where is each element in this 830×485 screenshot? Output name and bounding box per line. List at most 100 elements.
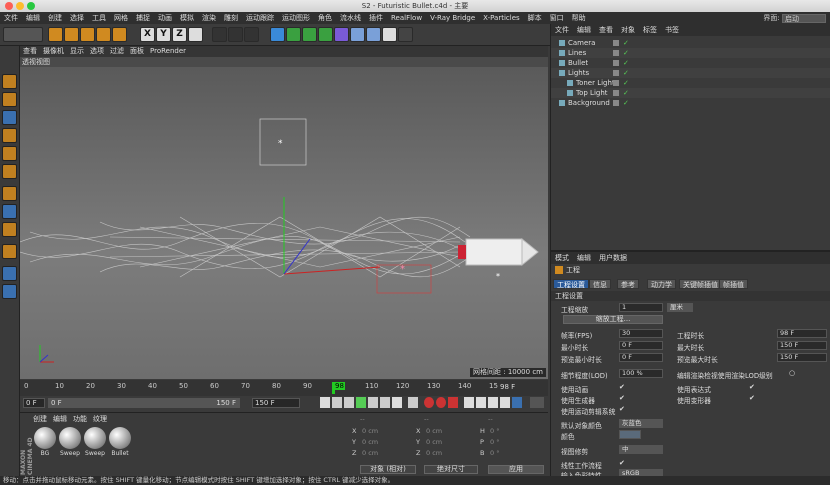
viewport-menu-item[interactable]: 面板 [130,47,144,55]
axis-z-button[interactable]: Z [172,27,187,42]
viewport-menu-item[interactable]: 过滤 [110,47,124,55]
light-bulb-icon[interactable] [398,27,413,42]
menu-item[interactable]: 创建 [48,14,62,22]
object-menu-item[interactable]: 书签 [665,26,679,34]
object-row[interactable]: Camera ✓ [551,38,830,48]
enabled-check-icon[interactable]: ✓ [623,38,629,48]
viewport-menu-item[interactable]: 显示 [70,47,84,55]
timeline-menu-icon[interactable] [530,397,544,408]
menu-item[interactable]: 雕刻 [224,14,238,22]
use-motion-system-checkbox[interactable]: ✔ [619,405,625,413]
rotate-icon[interactable] [96,27,111,42]
max-time-field[interactable]: 150 F [777,341,827,350]
menu-item[interactable]: 运动跟踪 [246,14,274,22]
play-icon[interactable] [356,397,366,408]
menu-item[interactable]: 捕捉 [136,14,150,22]
attribute-tab[interactable]: 帧插值 [719,279,748,289]
material-menu-item[interactable]: 创建 [33,415,47,423]
viewport-menu-item[interactable]: 查看 [23,47,37,55]
coordinate-value-field[interactable]: 0 cm [362,449,378,457]
lod-field[interactable]: 100 % [619,369,663,378]
coordinate-value-field[interactable]: 0 cm [426,438,442,446]
min-time-field[interactable]: 0 F [619,341,663,350]
menu-item[interactable]: 网格 [114,14,128,22]
color-swatch[interactable] [619,430,641,439]
visibility-toggle[interactable] [613,100,619,106]
coordinate-value-field[interactable]: 0 ° [490,427,499,435]
visibility-toggle[interactable] [613,50,619,56]
use-generator-checkbox[interactable]: ✔ [619,394,625,402]
attribute-tab[interactable]: 信息 [589,279,611,289]
next-frame-icon[interactable] [368,397,378,408]
next-key-icon[interactable] [380,397,390,408]
size-mode-dropdown[interactable]: 绝对尺寸 [424,465,478,474]
attribute-menu-item[interactable]: 编辑 [577,254,591,262]
material-name[interactable]: BG [33,450,57,457]
camera-icon[interactable] [366,27,381,42]
model-mode-icon[interactable] [2,92,17,107]
material-menu-item[interactable]: 纹理 [93,415,107,423]
go-to-end-icon[interactable] [392,397,402,408]
menu-item[interactable]: 插件 [369,14,383,22]
material-name[interactable]: Bullet [108,450,132,457]
menu-item[interactable]: 文件 [4,14,18,22]
start-frame-field[interactable]: 0 F [23,398,45,408]
frame-range-slider[interactable]: 0 F 150 F [48,398,240,408]
previous-frame-icon[interactable] [344,397,354,408]
menu-item[interactable]: RealFlow [391,14,422,22]
coordinate-value-field[interactable]: 0 ° [490,449,499,457]
material-preview-ball[interactable] [84,427,106,449]
object-menu-item[interactable]: 编辑 [577,26,591,34]
axis-mode-icon[interactable] [2,204,17,219]
render-picture-viewer-icon[interactable] [228,27,243,42]
material-preview-ball[interactable] [34,427,56,449]
enabled-check-icon[interactable]: ✓ [623,88,629,98]
coordinate-value-field[interactable]: 0 cm [426,427,442,435]
material-preview-ball[interactable] [109,427,131,449]
edges-mode-icon[interactable] [2,164,17,179]
subdivision-icon[interactable] [302,27,317,42]
make-editable-icon[interactable] [2,74,17,89]
points-mode-icon[interactable] [2,146,17,161]
position-key-icon[interactable] [464,397,474,408]
attribute-tab[interactable]: 动力学 [647,279,676,289]
use-expression-checkbox[interactable]: ✔ [749,383,755,391]
preview-min-field[interactable]: 0 F [619,353,663,362]
object-row[interactable]: Toner Light ✓ [551,78,830,88]
project-scale-field[interactable]: 1 [619,303,663,312]
coordinate-value-field[interactable]: 0 ° [490,438,499,446]
attribute-menu-item[interactable]: 模式 [555,254,569,262]
live-select-icon[interactable] [48,27,63,42]
attribute-tab[interactable]: 关键帧插值 [679,279,722,289]
pen-spline-icon[interactable] [286,27,301,42]
scale-icon[interactable] [80,27,95,42]
object-menu-item[interactable]: 标签 [643,26,657,34]
parameter-key-icon[interactable] [500,397,510,408]
viewport-menu-item[interactable]: 摄像机 [43,47,64,55]
snap-icon[interactable] [2,244,17,259]
lod-render-checkbox[interactable]: ○ [789,369,795,377]
object-menu-item[interactable]: 对象 [621,26,635,34]
material-menu-item[interactable]: 编辑 [53,415,67,423]
record-icon[interactable] [424,397,434,408]
axis-x-button[interactable]: X [140,27,155,42]
timeline-ruler[interactable]: 0 10 20 30 40 50 60 70 80 90 98 110 120 130 140 150 98 … [20,380,548,396]
enabled-check-icon[interactable]: ✓ [623,48,629,58]
material-menu-item[interactable]: 功能 [73,415,87,423]
scale-project-button[interactable]: 缩放工程... [563,315,663,324]
undo-redo-icon[interactable] [3,27,43,42]
use-animation-checkbox[interactable]: ✔ [619,383,625,391]
point-level-key-icon[interactable] [512,397,522,408]
render-settings-icon[interactable] [244,27,259,42]
scale-key-icon[interactable] [476,397,486,408]
viewport-menu-item[interactable]: ProRender [150,47,186,55]
menu-item[interactable]: 选择 [70,14,84,22]
visibility-toggle[interactable] [613,90,619,96]
visibility-toggle[interactable] [613,60,619,66]
menu-item[interactable]: 动画 [158,14,172,22]
tweak-mode-icon[interactable] [2,222,17,237]
object-row[interactable]: Lines ✓ [551,48,830,58]
attribute-tab[interactable]: 参考 [617,279,639,289]
keyframe-selection-icon[interactable] [448,397,458,408]
close-window-button[interactable] [5,2,13,10]
